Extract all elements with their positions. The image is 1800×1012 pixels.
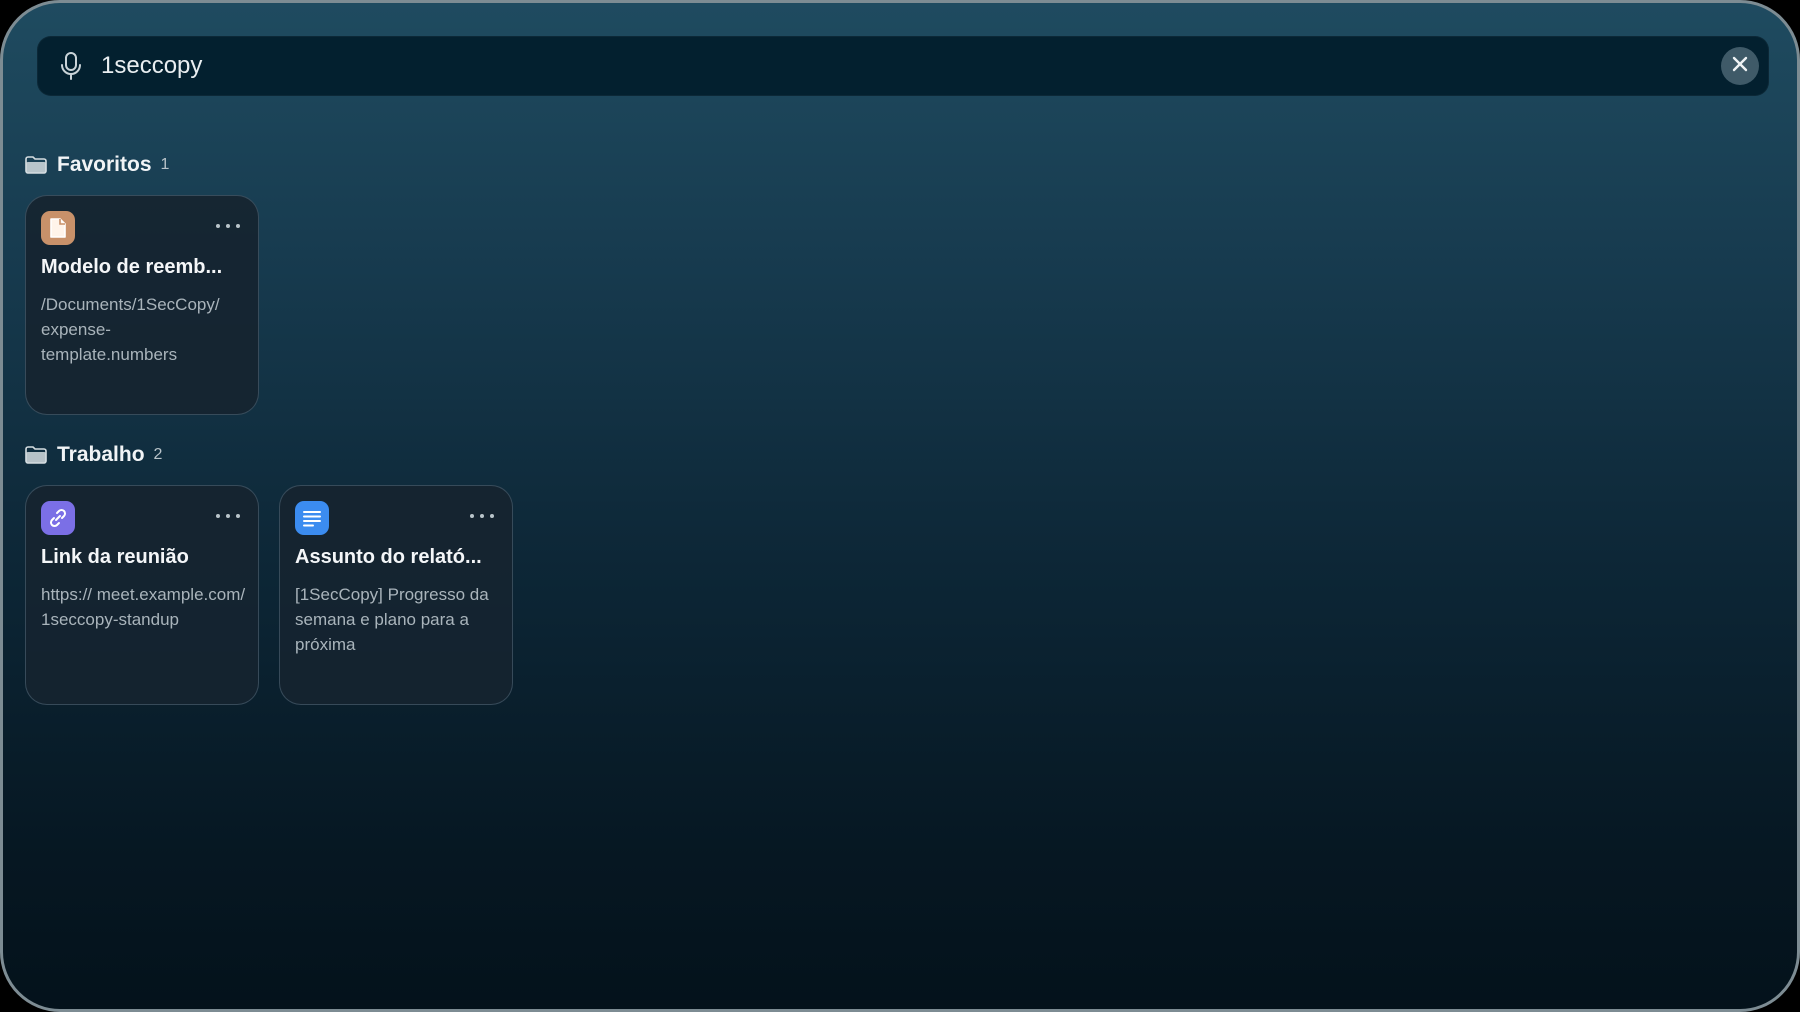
section-header-favoritos[interactable]: Favoritos 1 [25,153,169,177]
text-icon [295,501,329,535]
more-options-button[interactable] [216,508,240,524]
close-icon [1732,56,1748,77]
search-bar [37,36,1769,96]
clear-search-button[interactable] [1721,47,1759,85]
clip-card[interactable]: Modelo de reemb... /Documents/1SecCopy/ … [25,195,259,415]
microphone-icon[interactable] [55,50,87,82]
card-description: /Documents/1SecCopy/ expense- template.n… [41,295,220,364]
link-icon [41,501,75,535]
card-title: Link da reunião [41,546,189,568]
clip-card[interactable]: Link da reunião https:// meet.example.co… [25,485,259,705]
more-options-button[interactable] [470,508,494,524]
more-options-button[interactable] [216,218,240,234]
section-header-trabalho[interactable]: Trabalho 2 [25,443,162,467]
app-window: Favoritos 1 Modelo de reemb... /Document… [0,0,1800,1012]
card-description: https:// meet.example.com/ 1seccopy-stan… [41,585,246,629]
section-title: Trabalho [57,443,145,466]
folder-icon [25,156,47,174]
clip-card[interactable]: Assunto do relató... [1SecCopy] Progress… [279,485,513,705]
folder-icon [25,446,47,464]
search-input[interactable] [101,52,1641,80]
section-title: Favoritos [57,153,152,176]
card-title: Modelo de reemb... [41,256,223,278]
section-count: 1 [160,156,170,173]
card-title: Assunto do relató... [295,546,482,568]
card-description: [1SecCopy] Progresso da semana e plano p… [295,585,489,654]
section-count: 2 [153,446,163,463]
document-icon [41,211,75,245]
